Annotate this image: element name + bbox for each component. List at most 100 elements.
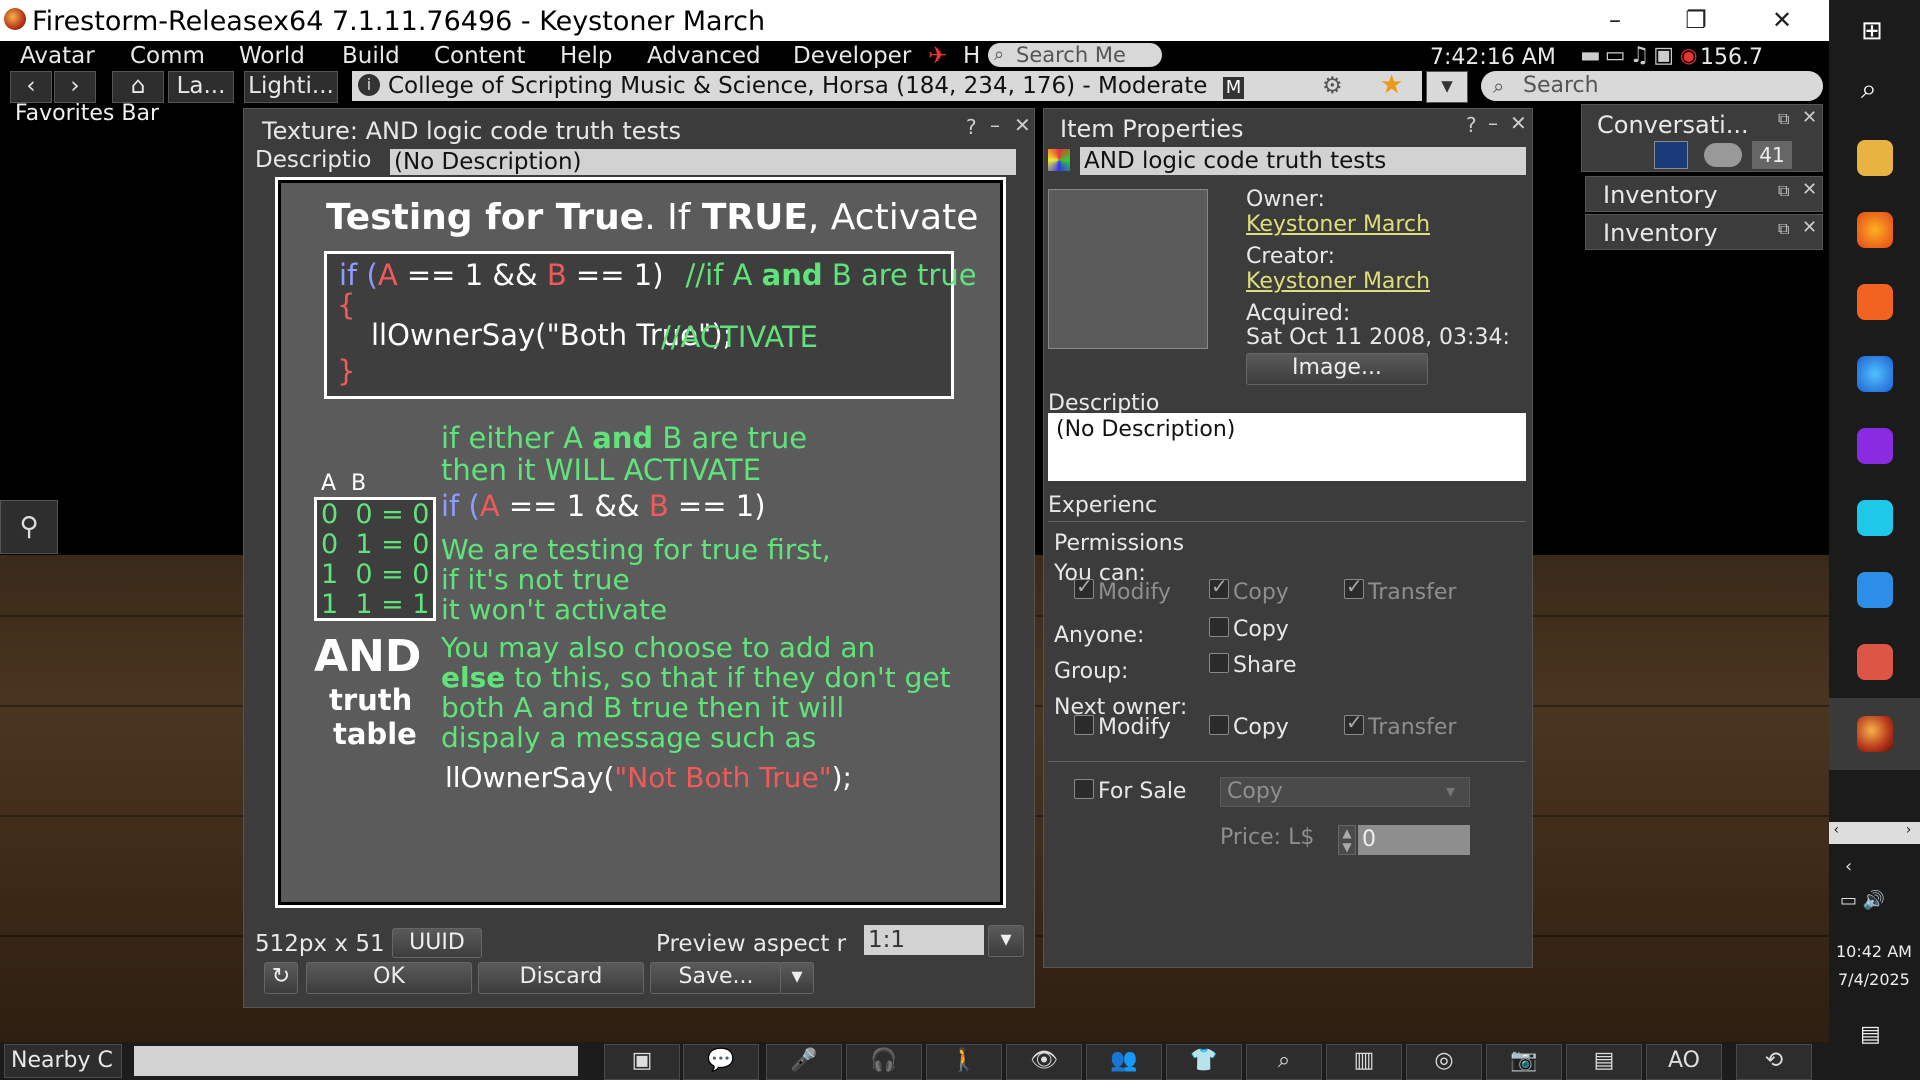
microphone-icon[interactable]: 🎤 [766,1044,842,1080]
inventory-panel-2[interactable]: Inventory ⧉ ✕ [1585,214,1823,250]
home-button[interactable]: ⌂ [112,71,164,103]
help-icon[interactable]: ? [966,115,977,139]
file-explorer-icon[interactable] [1857,140,1893,176]
map-icon[interactable]: ▥ [1326,1044,1402,1080]
anyone-copy-checkbox[interactable] [1209,617,1229,637]
conversation-count[interactable]: 41 [1752,141,1792,169]
next-copy-checkbox[interactable] [1209,715,1229,735]
camera-icon[interactable]: 📷 [1486,1044,1562,1080]
aspect-dropdown-icon[interactable]: ▾ [988,925,1024,957]
creator-link[interactable]: Keystoner March [1246,269,1430,294]
conversations-panel[interactable]: Conversati... ⧉ ✕ 41 [1581,104,1823,172]
ok-button[interactable]: OK [306,962,472,994]
experience-label: Experienc [1048,493,1158,518]
price-input[interactable]: 0 [1358,825,1470,855]
minimize-button[interactable]: – [1595,4,1635,36]
restore-button[interactable]: ❐ [1676,4,1716,36]
menu-help[interactable]: Help [560,41,612,71]
firestorm-icon[interactable] [1857,716,1893,752]
menu-comm[interactable]: Comm [130,41,205,71]
shirt-icon[interactable]: 👕 [1166,1044,1242,1080]
close-icon[interactable]: ✕ [1802,179,1817,200]
network-volume-icons[interactable]: ▭ 🔊 [1840,890,1885,911]
forward-button[interactable]: › [54,71,96,103]
search-menu-input[interactable]: Search Me [988,43,1162,67]
headphones-icon[interactable]: 🎧 [846,1044,922,1080]
inventory-panel-1[interactable]: Inventory ⧉ ✕ [1585,176,1823,212]
chat-icon[interactable]: 💬 [683,1044,759,1080]
description-textarea[interactable]: (No Description) [1048,413,1526,481]
favorite-star-icon[interactable]: ★ [1380,70,1403,100]
search-icon[interactable]: ⌕ [1861,72,1877,106]
description-field[interactable]: (No Description) [390,149,1016,175]
info-icon[interactable]: i [358,74,380,96]
firefox-icon[interactable] [1857,212,1893,248]
search-bar[interactable]: Search [1481,71,1823,101]
save-dropdown-icon[interactable]: ▾ [780,962,814,994]
notification-icon[interactable]: ▤ [1860,1022,1881,1047]
menu-avatar[interactable]: Avatar [20,41,95,71]
windsurf-icon[interactable] [1857,500,1893,536]
status-icons[interactable]: ▬▭♫▣ [1580,43,1678,68]
gesture-icon[interactable]: ✈ [928,41,947,71]
close-icon[interactable]: ✕ [1510,111,1527,135]
radar-icon[interactable]: ◎ [1406,1044,1482,1080]
chat-bubble-icon[interactable] [1704,143,1742,167]
menu-developer[interactable]: Developer [793,41,911,71]
brave-icon[interactable] [1857,284,1893,320]
for-sale-checkbox[interactable] [1074,779,1094,799]
help-icon[interactable]: ▣ [604,1044,680,1080]
app-icon[interactable] [1857,644,1893,680]
sale-type-select[interactable]: Copy [1220,777,1470,807]
image-button[interactable]: Image... [1246,353,1428,385]
conversation-thumbnail[interactable] [1654,141,1688,169]
ao-button[interactable]: AO [1646,1044,1722,1080]
search-icon[interactable]: ⌕ [1246,1044,1322,1080]
lighting-button[interactable]: Lighti... [244,71,338,103]
mask-app-icon[interactable] [1857,428,1893,464]
voice-mute-icon[interactable]: ◉ [1680,43,1697,67]
chat-input[interactable] [134,1046,578,1076]
save-button[interactable]: Save... [650,962,782,994]
land-button[interactable]: La... [168,71,234,103]
location-dropdown[interactable]: ▾ [1426,71,1468,103]
rotate-icon[interactable]: ⟲ [1736,1044,1812,1080]
back-button[interactable]: ‹ [10,71,52,103]
minimize-icon[interactable]: – [1488,111,1498,135]
discard-button[interactable]: Discard [478,962,644,994]
close-icon[interactable]: ✕ [1802,107,1817,128]
menu-world[interactable]: World [239,41,305,71]
price-stepper[interactable]: ▲ ▼ [1338,825,1356,855]
eye-icon[interactable]: 👁 [1006,1044,1082,1080]
refresh-icon[interactable]: ↻ [264,962,298,994]
tray-scroll[interactable]: ‹ › [1829,822,1920,844]
group-share-checkbox[interactable] [1209,653,1229,673]
windows-start-icon[interactable]: ⊞ [1861,16,1883,46]
people-icon[interactable]: 👥 [1086,1044,1162,1080]
close-icon[interactable]: ✕ [1802,217,1817,238]
close-icon[interactable]: ✕ [1014,113,1031,137]
location-bar[interactable]: i College of Scripting Music & Science, … [352,70,1422,101]
menu-content[interactable]: Content [434,41,525,71]
location-pin-icon[interactable]: ⚲ [0,500,58,554]
menu-advanced[interactable]: Advanced [647,41,761,71]
minimize-icon[interactable]: – [990,113,1000,137]
inventory-icon[interactable]: ▤ [1566,1044,1642,1080]
next-modify-checkbox[interactable] [1074,715,1094,735]
h-indicator[interactable]: H [963,41,980,71]
firefox-dev-icon[interactable] [1857,356,1893,392]
close-button[interactable]: ✕ [1762,4,1802,36]
walk-icon[interactable]: 🚶 [926,1044,1002,1080]
help-icon[interactable]: ? [1466,113,1477,137]
undock-icon[interactable]: ⧉ [1778,219,1789,239]
undock-icon[interactable]: ⧉ [1778,109,1789,129]
vscode-icon[interactable] [1857,572,1893,608]
owner-link[interactable]: Keystoner March [1246,212,1430,237]
uuid-button[interactable]: UUID [392,928,482,958]
nearby-chat-button[interactable]: Nearby C [4,1044,122,1078]
menu-build[interactable]: Build [342,41,400,71]
undock-icon[interactable]: ⧉ [1778,181,1789,201]
chevron-left-icon[interactable]: ‹ [1845,856,1852,877]
aspect-select[interactable]: 1:1 [864,925,984,955]
item-name-field[interactable]: AND logic code truth tests [1080,147,1526,175]
